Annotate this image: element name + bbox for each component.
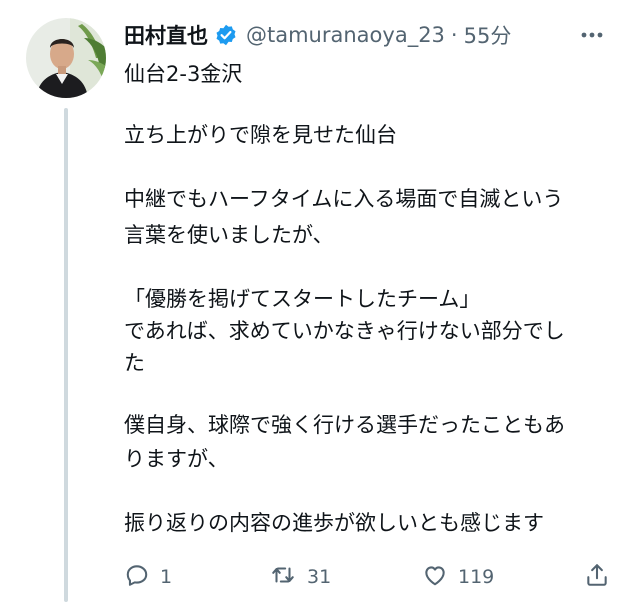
tweet-header: 田村直也 @tamuranaoya_23 · 55分 <box>124 18 620 52</box>
retweet-count: 31 <box>307 566 332 588</box>
retweet-button[interactable]: 31 <box>269 560 331 594</box>
avatar-photo <box>26 18 106 98</box>
tweet-line: 振り返りの内容の進歩が欲しいとも感じます <box>124 511 544 535</box>
verified-badge-icon <box>214 23 238 47</box>
reply-button[interactable]: 1 <box>124 560 172 594</box>
timestamp[interactable]: 55分 <box>464 20 512 50</box>
display-name[interactable]: 田村直也 <box>124 20 208 50</box>
tweet-line: であれば、求めていかなきゃ行けない部分でし <box>124 319 565 343</box>
reply-icon <box>124 562 150 592</box>
thread-line <box>64 108 68 602</box>
like-count: 119 <box>458 566 495 588</box>
share-button[interactable] <box>584 560 610 594</box>
avatar[interactable] <box>26 18 106 98</box>
more-options-icon[interactable] <box>574 18 610 52</box>
tweet-actions: 1 31 119 <box>124 560 624 594</box>
like-icon <box>422 562 448 592</box>
tweet-subline: 仙台2-3金沢 <box>124 62 243 86</box>
like-button[interactable]: 119 <box>422 560 494 594</box>
tweet-line: 「優勝を掲げてスタートしたチーム」 <box>124 287 481 311</box>
tweet-line: 言葉を使いましたが、 <box>124 223 334 247</box>
tweet-line: 僕自身、球際で強く行ける選手だったこともあ <box>124 413 565 437</box>
separator-dot: · <box>450 23 458 47</box>
tweet-line: た <box>124 351 145 375</box>
tweet-line: 立ち上がりで隙を見せた仙台 <box>124 123 397 147</box>
retweet-icon <box>269 562 297 592</box>
handle[interactable]: @tamuranaoya_23 <box>246 23 445 47</box>
tweet-line: りますが、 <box>124 447 229 471</box>
reply-count: 1 <box>160 566 173 588</box>
tweet-line: 中継でもハーフタイムに入る場面で自滅という <box>124 187 564 211</box>
share-icon <box>584 562 610 592</box>
